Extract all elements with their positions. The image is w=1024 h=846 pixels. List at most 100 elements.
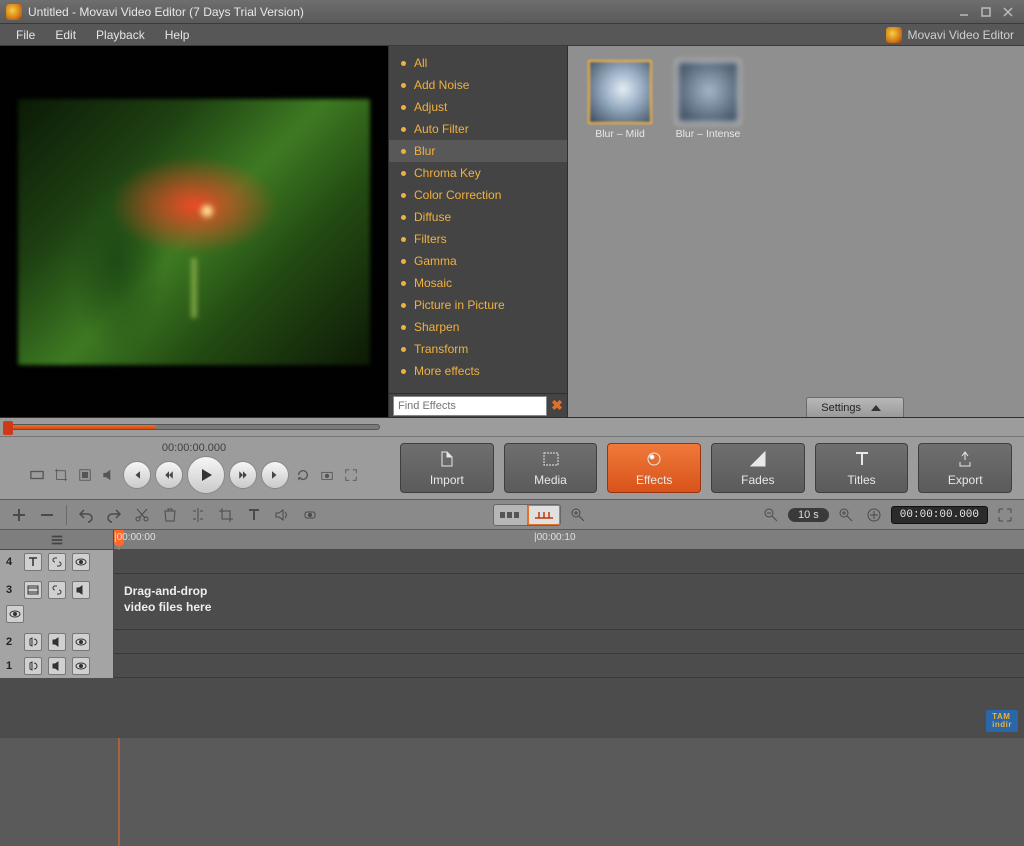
crop-tool-icon[interactable]	[215, 504, 237, 526]
effects-category-label: Mosaic	[414, 276, 452, 290]
seek-knob[interactable]	[3, 421, 13, 435]
effects-category-item[interactable]: Auto Filter	[389, 118, 567, 140]
import-icon	[438, 450, 456, 471]
menu-file[interactable]: File	[6, 26, 45, 44]
snapshot-icon[interactable]	[317, 465, 337, 485]
effects-category-item[interactable]: Adjust	[389, 96, 567, 118]
ruler-tick: |00:00:00	[114, 532, 156, 543]
audio-track-icon[interactable]	[24, 633, 42, 651]
main-tabs: ImportMediaEffectsFadesTitlesExport	[388, 443, 1024, 493]
go-start-button[interactable]	[123, 461, 151, 489]
tab-effects[interactable]: Effects	[607, 443, 701, 493]
effect-thumb[interactable]: Blur – Intense	[670, 60, 746, 140]
effects-category-item[interactable]: More effects	[389, 360, 567, 382]
effects-category-item[interactable]: Gamma	[389, 250, 567, 272]
mute-track-icon[interactable]	[72, 581, 90, 599]
effects-search-clear-icon[interactable]: ✖	[547, 397, 567, 414]
mode-timeline[interactable]	[527, 504, 561, 526]
menu-edit[interactable]: Edit	[45, 26, 86, 44]
expand-icon[interactable]	[994, 504, 1016, 526]
visibility-icon[interactable]	[6, 605, 24, 623]
fullscreen-icon[interactable]	[341, 465, 361, 485]
menu-playback[interactable]: Playback	[86, 26, 155, 44]
mute-track-icon[interactable]	[48, 657, 66, 675]
preview-seek-bar[interactable]	[6, 424, 380, 430]
effects-search-input[interactable]	[393, 396, 547, 416]
effects-category-item[interactable]: Picture in Picture	[389, 294, 567, 316]
maximize-button[interactable]	[976, 4, 996, 20]
link-icon[interactable]	[48, 581, 66, 599]
effect-thumb[interactable]: Blur – Mild	[582, 60, 658, 140]
redo-icon[interactable]	[103, 504, 125, 526]
effects-category-item[interactable]: Sharpen	[389, 316, 567, 338]
effects-category-item[interactable]: All	[389, 52, 567, 74]
link-icon[interactable]	[48, 553, 66, 571]
remove-clip-icon[interactable]	[36, 504, 58, 526]
effects-category-item[interactable]: Blur	[389, 140, 567, 162]
split-icon[interactable]	[187, 504, 209, 526]
tab-media[interactable]: Media	[504, 443, 598, 493]
play-button[interactable]	[187, 456, 225, 494]
tab-titles[interactable]: Titles	[815, 443, 909, 493]
loop-icon[interactable]	[293, 465, 313, 485]
track-3-lane[interactable]: Drag-and-drop video files here	[114, 574, 1024, 629]
visibility-icon[interactable]	[72, 657, 90, 675]
add-clip-icon[interactable]	[8, 504, 30, 526]
delete-icon[interactable]	[159, 504, 181, 526]
app-icon	[6, 4, 22, 20]
effects-category-item[interactable]: Mosaic	[389, 272, 567, 294]
mute-icon[interactable]	[99, 465, 119, 485]
effects-category-item[interactable]: Chroma Key	[389, 162, 567, 184]
cut-icon[interactable]	[131, 504, 153, 526]
step-fwd-button[interactable]	[229, 461, 257, 489]
track-4-number: 4	[6, 556, 18, 568]
title-tool-icon[interactable]	[243, 504, 265, 526]
tab-export[interactable]: Export	[918, 443, 1012, 493]
tab-fades[interactable]: Fades	[711, 443, 805, 493]
minimize-button[interactable]	[954, 4, 974, 20]
track-2-lane[interactable]	[114, 630, 1024, 653]
view-3d-icon[interactable]	[27, 465, 47, 485]
effects-category-item[interactable]: Diffuse	[389, 206, 567, 228]
zoom-in-icon-2[interactable]	[835, 504, 857, 526]
track-1-lane[interactable]	[114, 654, 1024, 677]
track-4-lane[interactable]	[114, 550, 1024, 573]
bullet-icon	[401, 83, 406, 88]
close-button[interactable]	[998, 4, 1018, 20]
visibility-icon[interactable]	[72, 553, 90, 571]
undo-icon[interactable]	[75, 504, 97, 526]
timeline-drop-hint: Drag-and-drop video files here	[124, 584, 211, 615]
video-track-icon[interactable]	[24, 581, 42, 599]
audio-track-icon[interactable]	[24, 657, 42, 675]
tab-import[interactable]: Import	[400, 443, 494, 493]
effects-category-item[interactable]: Filters	[389, 228, 567, 250]
zoom-out-icon[interactable]	[760, 504, 782, 526]
audio-tool-icon[interactable]	[271, 504, 293, 526]
go-end-button[interactable]	[261, 461, 289, 489]
frame-icon[interactable]	[75, 465, 95, 485]
step-back-button[interactable]	[155, 461, 183, 489]
timeline-ruler[interactable]: |00:00:00|00:00:10	[0, 530, 1024, 550]
visibility-icon[interactable]	[72, 633, 90, 651]
mute-track-icon[interactable]	[48, 633, 66, 651]
effects-category-item[interactable]: Add Noise	[389, 74, 567, 96]
zoom-in-icon[interactable]	[567, 504, 589, 526]
track-1-head: 1	[0, 654, 114, 678]
bullet-icon	[401, 105, 406, 110]
titles-icon	[853, 450, 871, 471]
zoom-level[interactable]: 10 s	[788, 508, 829, 522]
effects-category-item[interactable]: Transform	[389, 338, 567, 360]
fit-zoom-icon[interactable]	[863, 504, 885, 526]
menu-help[interactable]: Help	[155, 26, 200, 44]
mode-storyboard[interactable]	[494, 505, 528, 525]
settings-toggle[interactable]: Settings	[806, 397, 904, 417]
effects-category-item[interactable]: Color Correction	[389, 184, 567, 206]
effect-thumb-image	[676, 60, 740, 124]
record-icon[interactable]	[299, 504, 321, 526]
player-timecode: 00:00:00.000	[162, 442, 226, 454]
ruler-ticks[interactable]: |00:00:00|00:00:10	[114, 530, 1024, 549]
ruler-menu-icon[interactable]	[50, 533, 64, 547]
crop-icon[interactable]	[51, 465, 71, 485]
bullet-icon	[401, 171, 406, 176]
text-track-icon[interactable]	[24, 553, 42, 571]
